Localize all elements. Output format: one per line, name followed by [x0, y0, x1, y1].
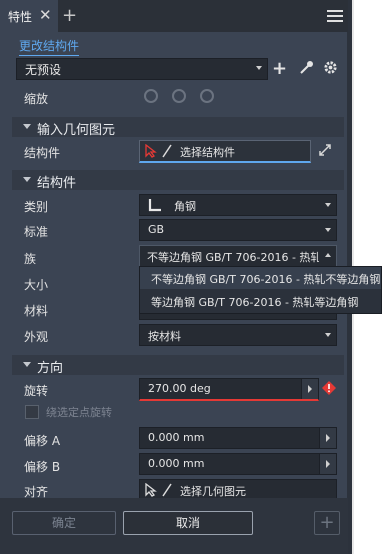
- change-member-link[interactable]: 更改结构件: [19, 37, 80, 56]
- hamburger-menu-icon[interactable]: [327, 10, 343, 22]
- chevron-up-icon: [325, 253, 331, 257]
- add-icon[interactable]: +: [314, 511, 340, 535]
- section-member[interactable]: 结构件: [12, 170, 344, 191]
- standard-value: GB: [148, 223, 165, 236]
- offset-a-value: 0.000 mm: [148, 431, 205, 444]
- preset-value: 无预设: [25, 63, 62, 77]
- rotate-value: 270.00 deg: [148, 382, 211, 395]
- flip-icon[interactable]: [318, 143, 332, 157]
- section-orientation[interactable]: 方向: [12, 355, 344, 376]
- cursor-arrow-icon: [145, 483, 157, 497]
- line-icon: [162, 483, 172, 497]
- collapse-arrow-icon: [23, 124, 31, 129]
- rotate-label: 旋转: [24, 384, 49, 398]
- chevron-down-icon: [325, 333, 331, 337]
- collapse-arrow-icon: [23, 362, 31, 367]
- member-selector[interactable]: 选择结构件: [139, 140, 311, 163]
- category-value: 角钢: [174, 200, 196, 213]
- close-icon[interactable]: ✕: [39, 6, 52, 24]
- zoom-label: 缩放: [24, 92, 49, 106]
- offset-b-label: 偏移 B: [24, 460, 61, 474]
- category-label: 类别: [24, 200, 49, 214]
- chevron-down-icon: [256, 66, 262, 70]
- family-option-label: 不等边角钢 GB/T 706-2016 - 热轧不等边角钢: [151, 273, 381, 286]
- offset-b-input[interactable]: 0.000 mm: [139, 453, 337, 475]
- family-value: 不等边角钢 GB/T 706-2016 - 热轧: [147, 251, 319, 264]
- preset-dropdown[interactable]: 无预设: [16, 58, 268, 80]
- error-icon: [322, 381, 336, 395]
- stepper-arrow-icon[interactable]: [319, 454, 336, 474]
- line-icon: [162, 144, 172, 158]
- align-value: 选择几何图元: [180, 485, 246, 498]
- family-option[interactable]: 不等边角钢 GB/T 706-2016 - 热轧不等边角钢: [140, 267, 381, 289]
- ok-button[interactable]: 确定: [12, 511, 116, 535]
- section-title: 结构件: [37, 176, 77, 191]
- zoom-fit-icon: [144, 89, 158, 103]
- zoom-in-icon: [172, 89, 186, 103]
- stepper-arrow-icon[interactable]: [319, 428, 336, 448]
- offset-a-input[interactable]: 0.000 mm: [139, 427, 337, 449]
- size-label: 大小: [24, 278, 49, 292]
- offset-a-label: 偏移 A: [24, 434, 61, 448]
- cursor-arrow-icon: [145, 144, 157, 158]
- family-label: 族: [24, 252, 37, 266]
- member-label: 结构件: [24, 146, 61, 160]
- appearance-value: 按材料: [148, 330, 181, 343]
- section-title: 方向: [37, 361, 64, 376]
- appearance-dropdown[interactable]: 按材料: [139, 324, 337, 346]
- standard-label: 标准: [24, 225, 49, 239]
- snap-rotate-label: 绕选定点旋转: [46, 406, 112, 419]
- zoom-out-icon: [200, 89, 214, 103]
- add-preset-icon[interactable]: +: [272, 58, 287, 79]
- family-dropdown[interactable]: 不等边角钢 GB/T 706-2016 - 热轧: [139, 245, 337, 267]
- family-option-label: 等边角钢 GB/T 706-2016 - 热轧等边角钢: [151, 296, 359, 309]
- tab-properties[interactable]: 特性 ✕: [0, 0, 58, 32]
- angle-steel-icon: [148, 199, 161, 212]
- cancel-button[interactable]: 取消: [123, 511, 253, 535]
- snap-rotate-checkbox[interactable]: [25, 405, 39, 419]
- family-options-list: 不等边角钢 GB/T 706-2016 - 热轧不等边角钢 等边角钢 GB/T …: [139, 266, 382, 314]
- chevron-down-icon: [325, 228, 331, 232]
- chevron-down-icon: [325, 203, 331, 207]
- add-tab-icon[interactable]: +: [62, 5, 77, 26]
- family-option[interactable]: 等边角钢 GB/T 706-2016 - 热轧等边角钢: [140, 290, 381, 312]
- eyedropper-icon[interactable]: [298, 60, 314, 76]
- material-label: 材料: [24, 304, 49, 318]
- category-dropdown[interactable]: 角钢: [139, 194, 337, 216]
- section-input-geometry[interactable]: 输入几何图元: [12, 117, 344, 138]
- rotate-input[interactable]: 270.00 deg: [139, 378, 319, 401]
- member-selector-value: 选择结构件: [180, 146, 235, 159]
- tab-label: 特性: [8, 10, 33, 24]
- standard-dropdown[interactable]: GB: [139, 219, 337, 241]
- stepper-arrow-icon[interactable]: [301, 379, 318, 399]
- offset-b-value: 0.000 mm: [148, 457, 205, 470]
- collapse-arrow-icon: [23, 177, 31, 182]
- section-title: 输入几何图元: [37, 123, 116, 138]
- gear-icon[interactable]: [323, 60, 338, 75]
- appearance-label: 外观: [24, 330, 49, 344]
- tab-bar: 特性 ✕ +: [0, 0, 348, 32]
